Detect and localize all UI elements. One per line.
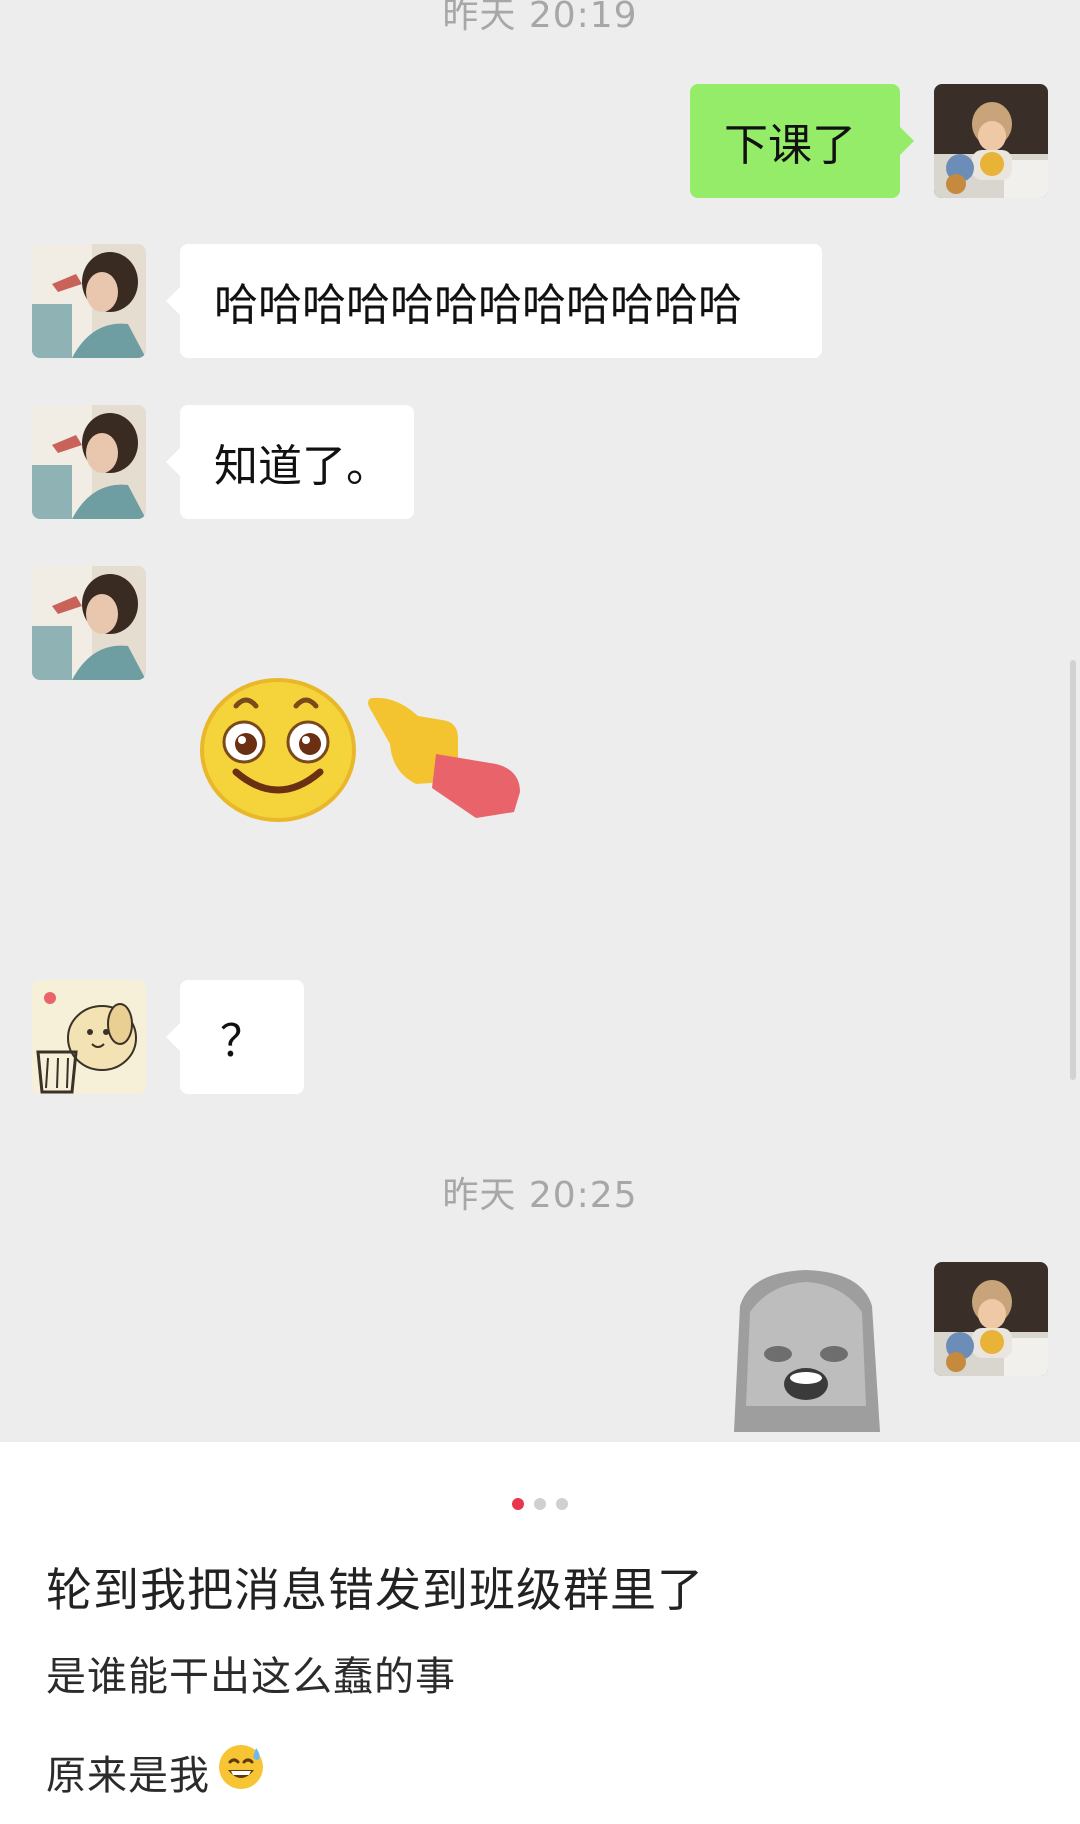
- post-title: 轮到我把消息错发到班级群里了: [46, 1563, 704, 1617]
- friend-avatar-dog[interactable]: [32, 980, 146, 1094]
- laughing-cat-sticker[interactable]: [730, 1266, 882, 1436]
- sent-message-bubble[interactable]: 下课了: [690, 84, 914, 198]
- scrollbar[interactable]: [1070, 660, 1076, 1080]
- girl-avatar-icon: [32, 244, 146, 358]
- friend-avatar[interactable]: [32, 244, 146, 358]
- page-dot[interactable]: [534, 1498, 546, 1510]
- girl-avatar-icon: [32, 405, 146, 519]
- post-body-line: 原来是我: [46, 1742, 266, 1802]
- timestamp-mid: 昨天 20:25: [442, 1175, 638, 1216]
- post-content: 轮到我把消息错发到班级群里了 是谁能干出这么蠢的事 原来是我: [0, 1442, 1080, 1824]
- girl-avatar-icon: [32, 566, 146, 680]
- post-body-line: 是谁能干出这么蠢的事: [46, 1654, 456, 1700]
- user-avatar[interactable]: [934, 84, 1048, 198]
- dog-avatar-icon: [32, 980, 146, 1094]
- laughing-cat-sticker-icon: [734, 1270, 880, 1432]
- child-avatar-icon: [934, 84, 1048, 198]
- received-message-bubble[interactable]: 知道了。: [166, 405, 414, 519]
- sweat-smile-emoji-icon: [216, 1742, 266, 1802]
- message-text: 下课了: [724, 120, 856, 171]
- timestamp-top: 昨天 20:19: [442, 0, 638, 36]
- friend-avatar[interactable]: [32, 566, 146, 680]
- page-dot-active[interactable]: [512, 1498, 524, 1510]
- friend-avatar[interactable]: [32, 405, 146, 519]
- chat-screenshot: 昨天 20:19 下课了 哈哈哈哈哈哈哈哈哈哈哈哈 知道了。 ？ 昨天 20:2…: [0, 0, 1080, 1442]
- smile-point-sticker[interactable]: [196, 672, 536, 822]
- message-text: 知道了。: [214, 441, 390, 492]
- child-avatar-icon: [934, 1262, 1048, 1376]
- message-text: 哈哈哈哈哈哈哈哈哈哈哈哈: [214, 280, 742, 331]
- user-avatar[interactable]: [934, 1262, 1048, 1376]
- smile-point-emoji-icon: [200, 678, 520, 822]
- received-message-bubble[interactable]: 哈哈哈哈哈哈哈哈哈哈哈哈: [166, 244, 822, 358]
- page-dot[interactable]: [556, 1498, 568, 1510]
- message-text: ？: [220, 1016, 264, 1067]
- received-message-bubble[interactable]: ？: [166, 980, 304, 1094]
- post-body-text: 原来是我: [46, 1753, 210, 1799]
- page-indicator[interactable]: [0, 1498, 1080, 1510]
